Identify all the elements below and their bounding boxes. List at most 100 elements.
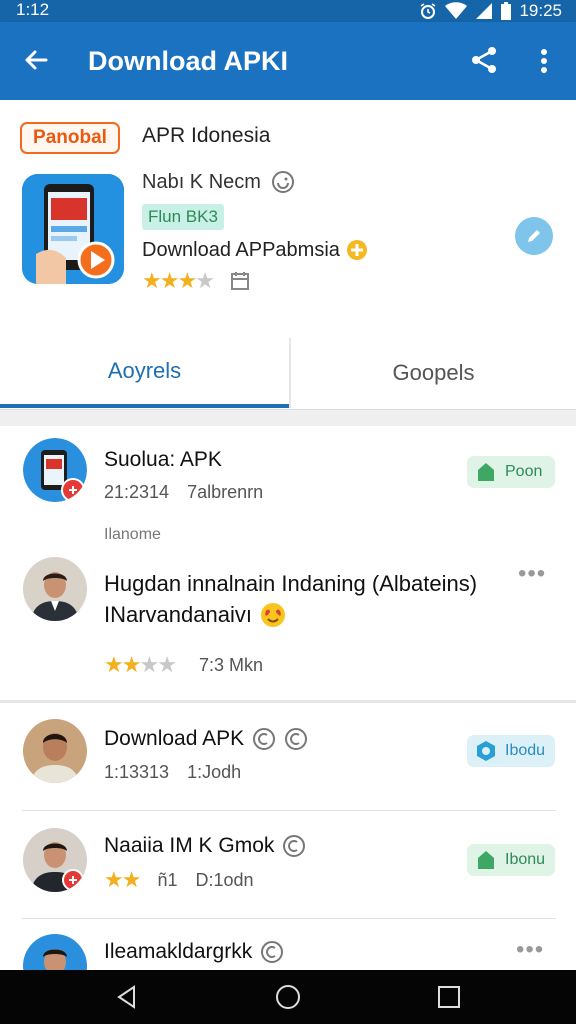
alarm-icon: [421, 3, 436, 19]
version-badge: Flun BK3: [142, 204, 224, 230]
hexagon-tag-icon: [477, 741, 495, 761]
comment-rating-row: ★★★★ 7:3 Mkn: [104, 652, 263, 678]
item2-title[interactable]: Download APK: [104, 725, 244, 753]
tab-bar: Aoyrels Goopels: [0, 338, 576, 410]
list-divider: [22, 810, 556, 811]
comment-star-rating: ★★★★: [104, 652, 177, 678]
star-icon: ★: [177, 268, 197, 293]
subtitle-row: Download APPabmsia: [142, 236, 368, 264]
item4-title[interactable]: Ileamakldargrkk: [104, 938, 252, 966]
item1-action-button[interactable]: Poon: [467, 456, 555, 488]
person-avatar-icon: [23, 557, 87, 621]
verified-icon: [261, 941, 284, 963]
app-thumbnail-icon: [23, 438, 87, 502]
app-subtitle: Download APPabmsia: [142, 239, 340, 261]
brand-logo: Panobal: [20, 122, 120, 154]
app-info-card: Panobal APR Idonesia Nabı K Necm Flun BK…: [0, 100, 576, 340]
verified-icon: [271, 171, 294, 193]
item2-avatar[interactable]: [23, 719, 87, 783]
verified-icon: [285, 728, 308, 750]
developer-row: Nabı K Necm: [142, 168, 295, 196]
battery-icon: [501, 2, 512, 20]
item1-meta: 21:2314 7albrenrn: [104, 480, 263, 504]
item3-meta-1: ñ1: [157, 870, 178, 890]
wifi-icon: [445, 2, 468, 19]
star-icon: ★: [104, 652, 124, 677]
section-label: Ilanome: [104, 526, 161, 543]
item3-avatar[interactable]: [23, 828, 87, 892]
item1-meta-1: 21:2314: [104, 482, 170, 502]
tab-aoyrels[interactable]: Aoyrels: [0, 338, 289, 408]
item2-meta: 1:13313 1:Jodh: [104, 760, 241, 784]
item3-title[interactable]: Naaiia IM K Gmok: [104, 832, 274, 860]
share-icon[interactable]: [468, 44, 500, 76]
comment-line-2-row: INarvandanaivı: [104, 599, 504, 630]
page-title: Download APKI: [88, 46, 288, 76]
item2-action-button[interactable]: Ibodu: [467, 735, 555, 767]
comment-more-icon[interactable]: •••: [518, 562, 546, 586]
comment-line-2: INarvandanaivı: [104, 602, 252, 627]
tab-goopels[interactable]: Goopels: [291, 338, 576, 408]
app-name: APR Idonesia: [142, 124, 271, 147]
list-divider: [22, 918, 556, 919]
item2-meta-1: 1:13313: [104, 762, 170, 782]
item2-meta-2: 1:Jodh: [187, 762, 242, 782]
comment-meta: 7:3 Mkn: [198, 654, 263, 675]
app-rating-row: ★★★★: [142, 268, 251, 294]
home-tag-icon: [478, 463, 494, 481]
item3-action-label: Ibonu: [505, 851, 546, 868]
developer-name: Nabı K Necm: [142, 171, 261, 193]
heart-eyes-emoji-icon: [260, 602, 285, 627]
status-bar: 1:12 19:25: [0, 0, 576, 22]
item1-avatar[interactable]: [23, 438, 87, 502]
app-bar: Download APKI: [0, 22, 576, 100]
item4-title-row: Ileamakldargrkk: [104, 938, 284, 966]
section-divider: [0, 700, 576, 703]
home-tag-icon: [478, 851, 494, 869]
star-icon: ★: [159, 268, 180, 293]
section-gap: [0, 410, 576, 426]
comment-avatar[interactable]: [23, 557, 87, 621]
item3-title-row: Naaiia IM K Gmok: [104, 832, 306, 860]
more-options-icon[interactable]: [532, 44, 556, 78]
star-icon: ★: [157, 652, 177, 677]
comment-text: Hugdan innalnain Indaning (Albateins) IN…: [104, 568, 504, 630]
star-icon: ★: [104, 867, 124, 892]
app-icon[interactable]: [22, 174, 124, 284]
item2-title-row: Download APK: [104, 725, 308, 753]
star-icon: ★: [121, 652, 142, 677]
comment-line-1: Hugdan innalnain Indaning (Albateins): [104, 571, 478, 596]
star-icon: ★: [142, 268, 162, 293]
nav-back-icon[interactable]: [114, 984, 140, 1010]
status-time-right: 19:25: [519, 1, 562, 20]
status-icons: 19:25: [419, 0, 562, 22]
item2-action-label: Ibodu: [505, 742, 546, 759]
nav-home-icon[interactable]: [275, 984, 301, 1010]
item4-more-icon[interactable]: •••: [516, 938, 544, 962]
person-avatar-icon: [23, 828, 87, 892]
item3-action-button[interactable]: Ibonu: [467, 844, 555, 876]
plus-badge-icon: [346, 240, 367, 260]
edit-button[interactable]: [515, 217, 553, 255]
item3-meta: ★★ ñ1 D:1odn: [104, 868, 254, 892]
pencil-icon: [528, 230, 540, 242]
calendar-icon[interactable]: [229, 270, 251, 292]
star-icon: ★: [195, 268, 215, 293]
verified-icon: [253, 728, 276, 750]
nav-recents-icon[interactable]: [436, 984, 462, 1010]
item3-meta-2: D:1odn: [195, 870, 254, 890]
item1-action-label: Poon: [505, 463, 543, 480]
star-icon: ★: [121, 867, 142, 892]
back-arrow-icon[interactable]: [20, 44, 52, 76]
item1-meta-2: 7albrenrn: [187, 482, 264, 502]
signal-icon: [476, 3, 493, 19]
status-time-left: 1:12: [16, 0, 50, 19]
system-nav-bar: [0, 970, 576, 1024]
phone-app-icon: [22, 174, 124, 284]
person-avatar-icon: [23, 719, 87, 783]
item3-star-rating: ★★: [104, 867, 142, 892]
star-rating: ★★★★: [142, 268, 215, 294]
item1-title[interactable]: Suolua: APK: [104, 446, 222, 474]
star-icon: ★: [139, 652, 159, 677]
verified-icon: [283, 835, 306, 857]
